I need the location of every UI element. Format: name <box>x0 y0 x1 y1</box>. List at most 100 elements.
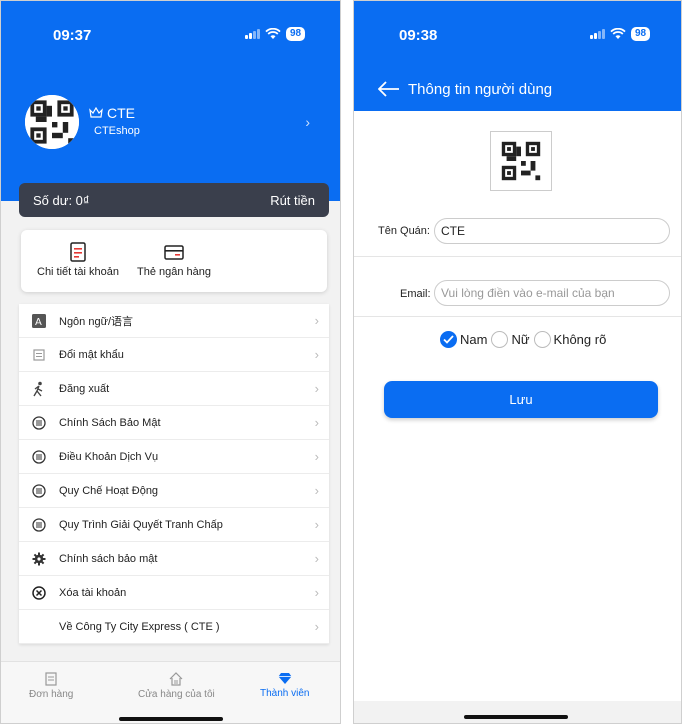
menu-item-privacy-policy[interactable]: Chính Sách Bảo Mật › <box>19 406 329 440</box>
home-indicator <box>119 717 223 721</box>
qr-code-icon <box>497 137 545 185</box>
crown-icon <box>89 107 103 118</box>
battery-indicator: 98 <box>286 27 306 41</box>
user-info-screen: 09:38 98 Thông tin người dùng Tên Quán: … <box>353 0 682 724</box>
menu-item-security-policy[interactable]: Chính sách bảo mật › <box>19 542 329 576</box>
menu-item-label: Ngôn ngữ/语言 <box>59 315 134 328</box>
status-time: 09:37 <box>53 27 92 44</box>
logout-walk-icon <box>33 381 43 396</box>
bank-card-label: Thẻ ngân hàng <box>137 266 212 278</box>
signal-icon <box>590 29 605 39</box>
battery-indicator: 98 <box>631 27 651 41</box>
page-title: Thông tin người dùng <box>408 81 553 98</box>
menu-item-dispute[interactable]: Quy Trình Giải Quyết Tranh Chấp › <box>19 508 329 542</box>
chevron-right-icon: › <box>314 483 319 498</box>
menu-item-language[interactable]: A Ngôn ngữ/语言 › <box>19 304 329 338</box>
language-icon: A <box>32 313 46 328</box>
gear-icon <box>32 552 46 565</box>
status-bar: 09:38 98 <box>354 1 681 61</box>
divider <box>354 256 681 257</box>
shop-name-label: Tên Quán: <box>378 225 430 237</box>
menu-item-label: Chính sách bảo mật <box>59 552 158 565</box>
chevron-right-icon: › <box>314 585 319 600</box>
chevron-right-icon: › <box>314 313 319 328</box>
avatar[interactable] <box>25 95 79 149</box>
password-icon <box>33 348 45 361</box>
email-field[interactable]: Vui lòng điền vào e-mail của bạn <box>434 280 670 306</box>
balance-label: Số dư: 0₫ <box>33 192 90 208</box>
tab-label: Thành viên <box>260 688 310 699</box>
settings-menu: A Ngôn ngữ/语言 › Đổi mật khẩu › Đăng xuất › … <box>19 304 329 644</box>
divider <box>354 316 681 317</box>
tab-bar: Đơn hàng Cửa hàng của tôi Thành viên <box>1 661 340 723</box>
menu-item-label: Xóa tài khoản <box>59 586 127 599</box>
orders-icon <box>45 672 57 686</box>
chevron-right-icon: › <box>314 449 319 464</box>
close-circle-icon <box>32 585 46 600</box>
list-circle-icon <box>32 449 46 464</box>
status-icons: 98 <box>590 27 651 41</box>
account-detail-icon <box>70 242 86 262</box>
menu-item-label: Chính Sách Bảo Mật <box>59 416 161 429</box>
list-circle-icon <box>32 517 46 532</box>
tab-my-store[interactable]: Cửa hàng của tôi <box>138 672 215 700</box>
menu-item-label: Quy Trình Giải Quyết Tranh Chấp <box>59 518 223 531</box>
tab-orders[interactable]: Đơn hàng <box>29 672 73 700</box>
user-info-form: Tên Quán: CTE Email: Vui lòng điền vào e… <box>354 111 681 701</box>
balance-bar: Số dư: 0₫ Rút tiền <box>19 183 329 217</box>
profile-name: CTE <box>89 105 135 121</box>
radio-female[interactable] <box>491 331 509 348</box>
radio-unknown[interactable] <box>533 331 551 348</box>
save-button[interactable]: Lưu <box>384 381 658 418</box>
menu-item-label: Đổi mật khẩu <box>59 348 124 361</box>
check-icon <box>443 335 454 344</box>
menu-item-logout[interactable]: Đăng xuất › <box>19 372 329 406</box>
home-indicator <box>464 715 568 719</box>
menu-item-regulations[interactable]: Quy Chế Hoạt Động › <box>19 474 329 508</box>
shop-name-field[interactable]: CTE <box>434 218 670 244</box>
store-icon <box>169 672 183 686</box>
chevron-right-icon: › <box>314 415 319 430</box>
gender-radio-group: Nam Nữ Không rõ <box>440 331 606 348</box>
list-circle-icon <box>32 483 46 498</box>
tab-label: Cửa hàng của tôi <box>138 689 215 700</box>
bank-card-icon <box>164 245 184 260</box>
menu-item-label: Điều Khoản Dịch Vụ <box>59 450 159 463</box>
menu-item-label: Đăng xuất <box>59 382 110 395</box>
status-time: 09:38 <box>399 27 438 44</box>
qr-avatar-icon <box>25 95 79 149</box>
chevron-right-icon: › <box>314 381 319 396</box>
shop-qr-image[interactable] <box>490 131 552 191</box>
menu-item-delete-account[interactable]: Xóa tài khoản › <box>19 576 329 610</box>
list-circle-icon <box>32 415 46 430</box>
radio-unknown-label: Không rõ <box>553 332 607 347</box>
radio-male-label: Nam <box>460 332 488 347</box>
chevron-right-icon: › <box>314 517 319 532</box>
email-label: Email: <box>400 288 431 300</box>
chevron-right-icon: › <box>314 619 319 634</box>
svg-text:A: A <box>35 317 42 328</box>
withdraw-button[interactable]: Rút tiền <box>270 193 315 208</box>
menu-item-label: Quy Chế Hoạt Động <box>59 484 159 497</box>
menu-item-label: Về Công Ty City Express ( CTE ) <box>59 620 220 633</box>
chevron-right-icon[interactable]: › <box>305 114 310 130</box>
member-screen: 09:37 98 CTE CTEshop › Số dư: 0₫ Rút tiề… <box>0 0 341 724</box>
chevron-right-icon: › <box>314 551 319 566</box>
tab-member[interactable]: Thành viên <box>260 672 309 699</box>
chevron-right-icon: › <box>314 347 319 362</box>
status-bar: 09:37 98 <box>1 1 340 61</box>
status-icons: 98 <box>245 27 306 41</box>
bank-card-button[interactable]: Thẻ ngân hàng <box>137 242 211 278</box>
menu-item-terms[interactable]: Điều Khoản Dịch Vụ › <box>19 440 329 474</box>
account-detail-button[interactable]: Chi tiết tài khoản <box>37 242 119 278</box>
back-arrow-icon[interactable] <box>378 81 400 97</box>
signal-icon <box>245 29 260 39</box>
radio-female-label: Nữ <box>511 332 530 347</box>
account-detail-label: Chi tiết tài khoản <box>37 266 119 278</box>
radio-male[interactable] <box>440 331 457 348</box>
wifi-icon <box>610 28 626 39</box>
menu-item-change-password[interactable]: Đổi mật khẩu › <box>19 338 329 372</box>
member-diamond-icon <box>278 673 292 684</box>
wifi-icon <box>265 28 281 39</box>
menu-item-about[interactable]: Về Công Ty City Express ( CTE ) › <box>19 610 329 644</box>
